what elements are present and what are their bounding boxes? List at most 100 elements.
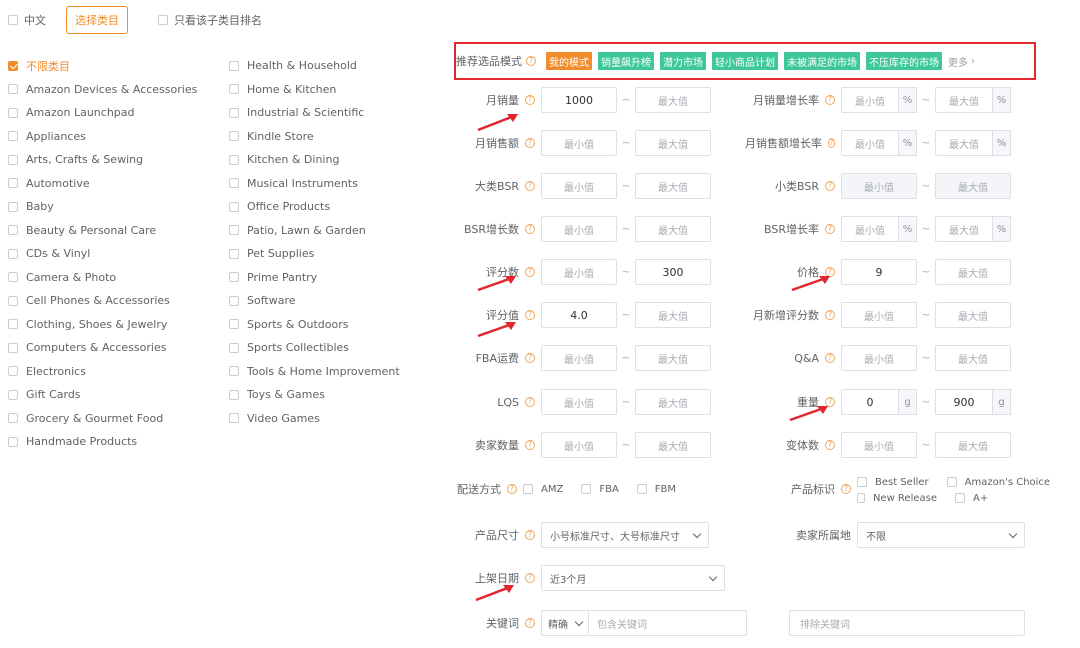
monthly-revenue-min-input[interactable]: 最小值 [541, 130, 617, 156]
help-icon[interactable]: ? [525, 310, 535, 320]
help-icon[interactable]: ? [525, 267, 535, 277]
keyword-exclude-input[interactable]: 排除关键词 [789, 610, 1025, 636]
category-checkbox[interactable] [8, 154, 18, 165]
help-icon[interactable]: ? [525, 181, 535, 191]
variant-count-min-input[interactable]: 最小值 [841, 432, 917, 458]
choose-category-button[interactable]: 选择类目 [66, 6, 128, 34]
monthly-new-reviews-min-input[interactable]: 最小值 [841, 302, 917, 328]
monthly-revenue-growth-min-input[interactable]: 最小值 [841, 130, 899, 156]
monthly-sales-min-input[interactable]: 1000 [541, 87, 617, 113]
review-count-min-input[interactable]: 最小值 [541, 259, 617, 285]
listing-date-select[interactable]: 近3个月 [541, 565, 725, 591]
tag-new-release[interactable]: New Release [857, 493, 937, 504]
variant-count-max-input[interactable]: 最大值 [935, 432, 1011, 458]
monthly-revenue-growth-max-input[interactable]: 最大值 [935, 130, 993, 156]
category-checkbox[interactable] [229, 272, 239, 283]
help-icon[interactable]: ? [825, 224, 835, 234]
category-item[interactable]: Software [229, 289, 400, 313]
rating-min-input[interactable]: 4.0 [541, 302, 617, 328]
category-item[interactable]: Beauty & Personal Care [8, 219, 197, 243]
help-icon[interactable]: ? [525, 530, 535, 540]
category-item[interactable]: Cell Phones & Accessories [8, 289, 197, 313]
help-icon[interactable]: ? [525, 95, 535, 105]
category-item[interactable]: Handmade Products [8, 430, 197, 454]
mode-chip-no-inventory[interactable]: 不压库存的市场 [866, 52, 942, 70]
monthly-new-reviews-max-input[interactable]: 最大值 [935, 302, 1011, 328]
help-icon[interactable]: ? [525, 224, 535, 234]
checkbox[interactable] [857, 477, 867, 487]
mode-chip-sales-surge[interactable]: 销量飙升榜 [598, 52, 654, 70]
category-checkbox[interactable] [229, 131, 239, 142]
category-item[interactable]: Kitchen & Dining [229, 148, 400, 172]
mode-chip-my[interactable]: 我的模式 [546, 52, 592, 70]
category-item[interactable]: Sports & Outdoors [229, 313, 400, 337]
monthly-sales-growth-min-input[interactable]: 最小值 [841, 87, 899, 113]
category-checkbox[interactable] [229, 342, 239, 353]
tag-a-plus[interactable]: A+ [955, 493, 988, 504]
more-modes-link[interactable]: 更多 › [948, 54, 975, 69]
category-checkbox[interactable] [229, 389, 239, 400]
category-item[interactable]: CDs & Vinyl [8, 242, 197, 266]
checkbox[interactable] [946, 477, 957, 487]
category-checkbox[interactable] [229, 295, 239, 306]
category-checkbox[interactable] [229, 84, 239, 95]
help-icon[interactable]: ? [825, 181, 835, 191]
checkbox[interactable] [523, 484, 533, 494]
help-icon[interactable]: ? [825, 353, 835, 363]
monthly-sales-growth-max-input[interactable]: 最大值 [935, 87, 993, 113]
big-bsr-min-input[interactable]: 最小值 [541, 173, 617, 199]
help-icon[interactable]: ? [841, 484, 851, 494]
seller-location-select[interactable]: 不限 [857, 522, 1025, 548]
category-item[interactable]: Baby [8, 195, 197, 219]
category-item[interactable]: Health & Household [229, 54, 400, 78]
checkbox[interactable] [955, 493, 965, 503]
bsr-growth-rate-min-input[interactable]: 最小值 [841, 216, 899, 242]
small-bsr-min-input[interactable]: 最小值 [841, 173, 917, 199]
fba-fee-min-input[interactable]: 最小值 [541, 345, 617, 371]
help-icon[interactable]: ? [825, 95, 835, 105]
help-icon[interactable]: ? [525, 397, 535, 407]
monthly-sales-max-input[interactable]: 最大值 [635, 87, 711, 113]
size-select[interactable]: 小号标准尺寸、大号标准尺寸 [541, 522, 709, 548]
help-icon[interactable]: ? [828, 138, 835, 148]
bsr-growth-rate-max-input[interactable]: 最大值 [935, 216, 993, 242]
tag-best-seller[interactable]: Best Seller [857, 477, 929, 488]
price-max-input[interactable]: 最大值 [935, 259, 1011, 285]
category-checkbox[interactable] [8, 84, 18, 95]
mode-chip-unmet-market[interactable]: 未被满足的市场 [784, 52, 860, 70]
category-item[interactable]: Video Games [229, 407, 400, 431]
category-item[interactable]: Gift Cards [8, 383, 197, 407]
category-checkbox[interactable] [229, 248, 239, 259]
category-checkbox[interactable] [8, 60, 18, 71]
category-item[interactable]: Camera & Photo [8, 266, 197, 290]
category-item[interactable]: Tools & Home Improvement [229, 360, 400, 384]
category-item[interactable]: Patio, Lawn & Garden [229, 219, 400, 243]
qa-max-input[interactable]: 最大值 [935, 345, 1011, 371]
price-min-input[interactable]: 9 [841, 259, 917, 285]
help-icon[interactable]: ? [526, 56, 536, 66]
bsr-growth-count-min-input[interactable]: 最小值 [541, 216, 617, 242]
lang-option[interactable]: 中文 [8, 12, 46, 28]
category-checkbox[interactable] [8, 272, 18, 283]
lang-checkbox[interactable] [8, 15, 18, 25]
category-item[interactable]: 不限类目 [8, 54, 197, 78]
category-checkbox[interactable] [8, 201, 18, 212]
category-checkbox[interactable] [229, 154, 239, 165]
fba-fee-max-input[interactable]: 最大值 [635, 345, 711, 371]
keyword-include-input[interactable]: 包含关键词 [589, 610, 747, 636]
lqs-max-input[interactable]: 最大值 [635, 389, 711, 415]
help-icon[interactable]: ? [525, 440, 535, 450]
category-checkbox[interactable] [8, 436, 18, 447]
category-checkbox[interactable] [8, 295, 18, 306]
review-count-max-input[interactable]: 300 [635, 259, 711, 285]
category-checkbox[interactable] [8, 131, 18, 142]
category-item[interactable]: Pet Supplies [229, 242, 400, 266]
category-checkbox[interactable] [229, 225, 239, 236]
category-checkbox[interactable] [8, 319, 18, 330]
category-item[interactable]: Toys & Games [229, 383, 400, 407]
help-icon[interactable]: ? [525, 353, 535, 363]
only-sub-option[interactable]: 只看该子类目排名 [158, 12, 262, 28]
category-item[interactable]: Grocery & Gourmet Food [8, 407, 197, 431]
monthly-revenue-max-input[interactable]: 最大值 [635, 130, 711, 156]
seller-count-min-input[interactable]: 最小值 [541, 432, 617, 458]
